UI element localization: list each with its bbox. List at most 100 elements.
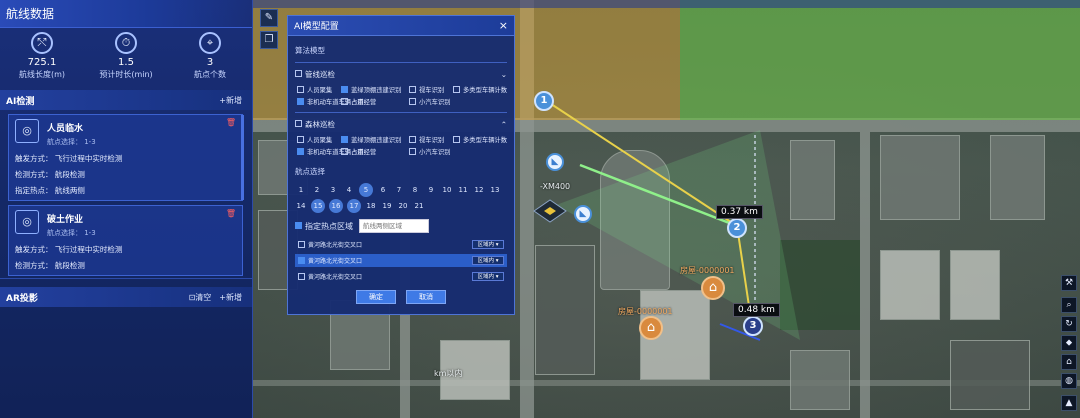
waypoint-number[interactable]: 5 xyxy=(359,183,373,197)
region-item[interactable]: 黄河路北光街交叉口 区域内 ▾ xyxy=(295,270,507,283)
waypoint-number[interactable]: 17 xyxy=(347,199,361,213)
waypoint-number[interactable]: 21 xyxy=(413,199,425,213)
close-icon[interactable]: × xyxy=(499,19,508,32)
group-checkbox[interactable] xyxy=(295,70,302,77)
waypoint-number[interactable]: 19 xyxy=(381,199,393,213)
option-checkbox[interactable] xyxy=(341,85,348,93)
model-option[interactable]: 小汽车识别 xyxy=(409,97,453,106)
refresh-icon[interactable]: ↻ xyxy=(1061,316,1077,332)
option-checkbox[interactable] xyxy=(341,135,348,143)
waypoint-number[interactable]: 7 xyxy=(393,183,405,197)
option-label: 小汽车识别 xyxy=(419,99,451,106)
option-checkbox[interactable] xyxy=(409,135,416,143)
region-item[interactable]: 黄河路北光街交叉口 区域内 ▾ xyxy=(295,254,507,267)
region-item-checkbox[interactable] xyxy=(298,273,305,280)
region-row: 指定热点区域 xyxy=(295,219,507,233)
waypoint-marker[interactable]: 2 xyxy=(727,218,747,238)
option-checkbox[interactable] xyxy=(409,85,416,93)
poi-label: 房屋-0000001 xyxy=(680,266,735,275)
layers-icon[interactable]: ❐ xyxy=(260,31,278,49)
model-option[interactable]: 占道经营 xyxy=(341,97,409,106)
region-dropdown[interactable]: 区域内 ▾ xyxy=(472,272,504,281)
option-label: 多类型车辆计数 xyxy=(463,87,508,94)
waypoint-number[interactable]: 1 xyxy=(295,183,307,197)
model-option[interactable]: 小汽车识别 xyxy=(409,147,453,156)
group-checkbox[interactable] xyxy=(295,120,302,127)
house-poi-icon[interactable]: ⌂ xyxy=(701,276,725,300)
search-icon[interactable]: ⌕ xyxy=(1061,297,1077,313)
model-option[interactable]: 非机动车道车辆占用 xyxy=(297,147,364,156)
pin-icon[interactable]: ✎ xyxy=(260,9,278,27)
waypoint-number[interactable]: 6 xyxy=(377,183,389,197)
add-ar-button[interactable]: +新增 xyxy=(219,292,242,303)
group-header[interactable]: 管线巡检 ⌄ xyxy=(295,67,507,81)
waypoint-number[interactable]: 9 xyxy=(425,183,437,197)
chevron-up-icon[interactable]: ⌃ xyxy=(501,120,507,129)
ai-card[interactable]: 🗑 ◎ 破土作业 航点选择： 1-3 触发方式： 飞行过程中实时检测 检测方式：… xyxy=(8,205,243,276)
region-item-checkbox[interactable] xyxy=(298,257,305,264)
ai-card[interactable]: 🗑 ◎ 人员临水 航点选择： 1-3 触发方式： 飞行过程中实时检测 检测方式：… xyxy=(8,114,244,201)
house-poi-icon[interactable]: ⌂ xyxy=(639,316,663,340)
globe-icon[interactable]: ◍ xyxy=(1061,373,1077,389)
waypoint-number[interactable]: 8 xyxy=(409,183,421,197)
waypoint-number[interactable]: 16 xyxy=(329,199,343,213)
option-checkbox[interactable] xyxy=(453,85,460,93)
camera-marker-icon[interactable]: ◣ xyxy=(574,205,592,223)
model-option[interactable]: 人员聚集 xyxy=(297,135,341,144)
chevron-down-icon[interactable]: ⌄ xyxy=(501,70,507,79)
model-option[interactable]: 多类型车辆计数 xyxy=(453,135,513,144)
option-checkbox[interactable] xyxy=(297,97,304,105)
waypoint-marker[interactable]: 3 xyxy=(743,316,763,336)
waypoint-number[interactable]: 2 xyxy=(311,183,323,197)
waypoint-number[interactable]: 12 xyxy=(473,183,485,197)
camera-marker-icon[interactable]: ◣ xyxy=(546,153,564,171)
option-checkbox[interactable] xyxy=(409,147,416,155)
measure-icon[interactable]: ⚒ xyxy=(1061,275,1077,291)
compass-icon[interactable]: ⬥ xyxy=(1061,335,1077,351)
region-dropdown[interactable]: 区域内 ▾ xyxy=(472,256,504,265)
region-checkbox[interactable]: 指定热点区域 xyxy=(295,221,353,232)
region-item-checkbox[interactable] xyxy=(298,241,305,248)
model-option[interactable]: 视车识别 xyxy=(409,135,453,144)
group-header[interactable]: 森林巡检 ⌃ xyxy=(295,117,507,131)
waypoint-number[interactable]: 14 xyxy=(295,199,307,213)
add-ai-button[interactable]: +新增 xyxy=(219,95,242,106)
waypoint-number[interactable]: 18 xyxy=(365,199,377,213)
home-icon[interactable]: ⌂ xyxy=(1061,354,1077,370)
cancel-button[interactable]: 取消 xyxy=(406,290,446,304)
model-option[interactable]: 人员聚集 xyxy=(297,85,341,94)
model-option[interactable]: 蓝绿顶棚违建识别 xyxy=(341,135,409,144)
card-trigger: 触发方式： 飞行过程中实时检测 xyxy=(15,245,123,254)
model-option[interactable]: 非机动车道车辆占用 xyxy=(297,97,364,106)
clear-button[interactable]: ⊡清空 xyxy=(189,292,212,303)
confirm-button[interactable]: 确定 xyxy=(356,290,396,304)
ai-card-list[interactable]: 🗑 ◎ 人员临水 航点选择： 1-3 触发方式： 飞行过程中实时检测 检测方式：… xyxy=(0,110,252,277)
waypoint-marker[interactable]: 1 xyxy=(534,91,554,111)
option-checkbox[interactable] xyxy=(297,135,304,143)
model-option[interactable]: 视车识别 xyxy=(409,85,453,94)
delete-icon[interactable]: 🗑 xyxy=(226,209,236,218)
waypoint-number[interactable]: 3 xyxy=(327,183,339,197)
waypoint-number[interactable]: 20 xyxy=(397,199,409,213)
model-option[interactable]: 多类型车辆计数 xyxy=(453,85,513,94)
aircraft-icon[interactable] xyxy=(530,196,570,226)
option-checkbox[interactable] xyxy=(409,97,416,105)
delete-icon[interactable]: 🗑 xyxy=(226,118,236,127)
option-checkbox[interactable] xyxy=(297,85,304,93)
option-checkbox[interactable] xyxy=(297,147,304,155)
waypoint-number[interactable]: 15 xyxy=(311,199,325,213)
option-checkbox[interactable] xyxy=(341,97,348,105)
option-checkbox[interactable] xyxy=(453,135,460,143)
waypoint-number[interactable]: 11 xyxy=(457,183,469,197)
region-input[interactable] xyxy=(359,219,429,233)
region-item[interactable]: 黄河路北光街交叉口 区域内 ▾ xyxy=(295,238,507,251)
model-option[interactable]: 占道经营 xyxy=(341,147,409,156)
waypoint-number[interactable]: 10 xyxy=(441,183,453,197)
waypoint-number[interactable]: 13 xyxy=(489,183,501,197)
waypoint-number[interactable]: 4 xyxy=(343,183,355,197)
model-option[interactable]: 蓝绿顶棚违建识别 xyxy=(341,85,409,94)
option-label: 人员聚集 xyxy=(307,137,333,144)
region-dropdown[interactable]: 区域内 ▾ xyxy=(472,240,504,249)
option-checkbox[interactable] xyxy=(341,147,348,155)
mountain-icon[interactable]: ▲ xyxy=(1061,395,1077,411)
